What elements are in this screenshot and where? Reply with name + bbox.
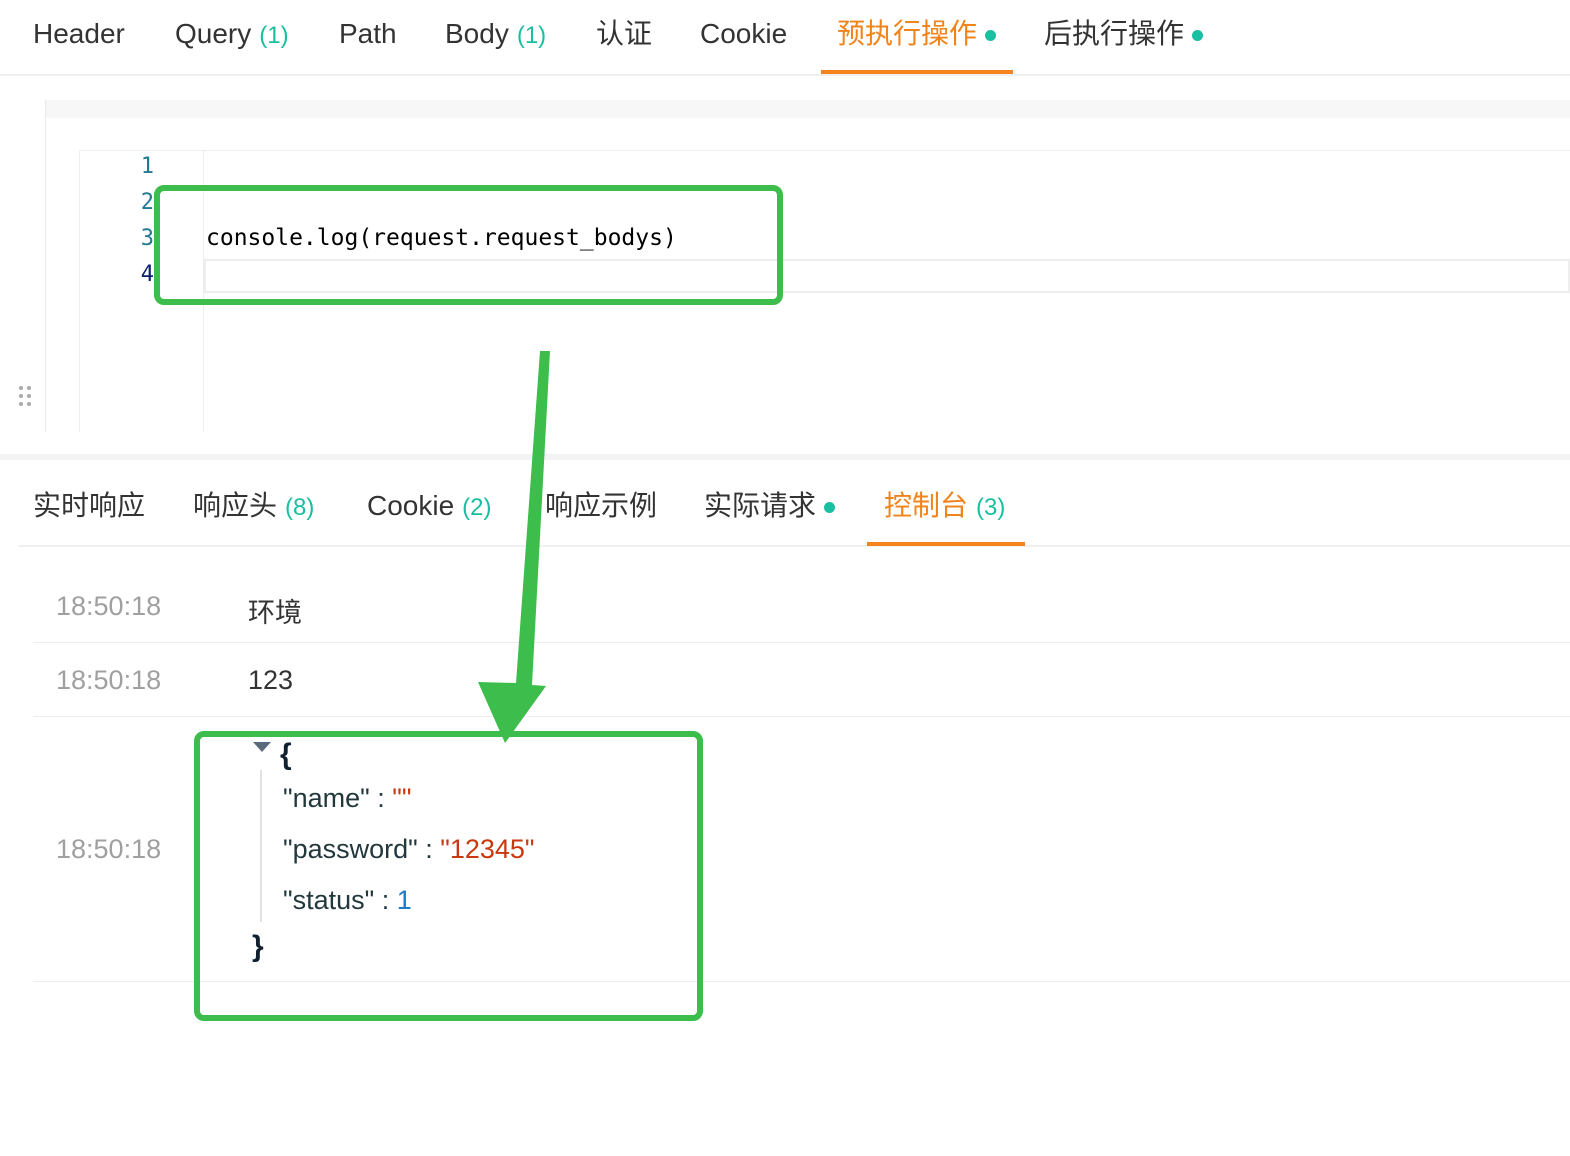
tab-label: 响应头 xyxy=(193,490,278,521)
editor-border xyxy=(45,100,46,432)
drag-handle-icon[interactable] xyxy=(19,386,35,408)
tab-path[interactable]: Path xyxy=(339,14,397,54)
tab-cookie[interactable]: Cookie xyxy=(700,14,787,54)
row-divider xyxy=(33,642,1570,643)
line-number: 1 xyxy=(140,154,154,179)
tab-label: 控制台 xyxy=(884,490,969,521)
annotation-arrow-icon xyxy=(478,351,550,743)
tab-header[interactable]: Header xyxy=(33,14,125,54)
line-number: 2 xyxy=(140,190,154,215)
tab-response-headers[interactable]: 响应头 (8) xyxy=(193,486,314,528)
log-message: 123 xyxy=(248,665,294,695)
annotation-box-code xyxy=(154,185,783,305)
tab-count: (3) xyxy=(976,494,1006,521)
active-tab-indicator xyxy=(821,70,1013,74)
tab-count: (8) xyxy=(285,494,315,521)
tab-label: Path xyxy=(339,18,397,49)
line-number: 4 xyxy=(140,262,154,287)
row-divider xyxy=(33,716,1570,717)
tab-realtime-response[interactable]: 实时响应 xyxy=(33,486,145,526)
panel-splitter[interactable] xyxy=(0,454,1570,460)
active-tab-indicator xyxy=(867,542,1025,546)
line-number: 3 xyxy=(140,226,154,251)
tab-pre-script[interactable]: 预执行操作 xyxy=(837,14,997,54)
log-time: 18:50:18 xyxy=(56,834,162,864)
request-tab-bar: Header Query (1) Path Body (1) 认证 Cookie 预… xyxy=(0,0,1570,76)
tab-label: 认证 xyxy=(596,18,653,49)
tab-label: Body xyxy=(445,18,509,49)
log-time: 18:50:18 xyxy=(56,665,162,695)
status-dot xyxy=(1192,30,1204,42)
tab-post-script[interactable]: 后执行操作 xyxy=(1044,14,1204,54)
log-time: 18:50:18 xyxy=(56,591,162,621)
status-dot xyxy=(824,502,836,514)
tab-auth[interactable]: 认证 xyxy=(596,14,652,54)
editor-toolbar xyxy=(46,100,1570,118)
tab-actual-request[interactable]: 实际请求 xyxy=(704,486,836,526)
tab-label: Header xyxy=(33,18,125,49)
annotation-box-output xyxy=(194,731,703,1021)
tab-count: (1) xyxy=(259,22,289,49)
tab-body[interactable]: Body (1) xyxy=(445,14,546,56)
response-tab-border xyxy=(18,545,1570,547)
tab-count: (1) xyxy=(516,22,547,49)
tab-query[interactable]: Query (1) xyxy=(175,14,289,56)
tab-label: 实际请求 xyxy=(704,490,817,521)
tab-response-example[interactable]: 响应示例 xyxy=(545,486,657,526)
tab-label: 响应示例 xyxy=(545,490,658,521)
status-dot xyxy=(985,30,997,42)
tab-console[interactable]: 控制台 (3) xyxy=(884,486,1005,528)
editor-divider xyxy=(204,150,1570,151)
tab-label: 预执行操作 xyxy=(837,18,978,49)
tab-label: Cookie xyxy=(367,490,455,521)
tab-label: 后执行操作 xyxy=(1044,18,1185,49)
tab-label: Cookie xyxy=(700,18,788,49)
tab-label: 实时响应 xyxy=(33,490,146,521)
tab-label: Query xyxy=(175,18,252,49)
log-message: 环境 xyxy=(248,598,302,628)
